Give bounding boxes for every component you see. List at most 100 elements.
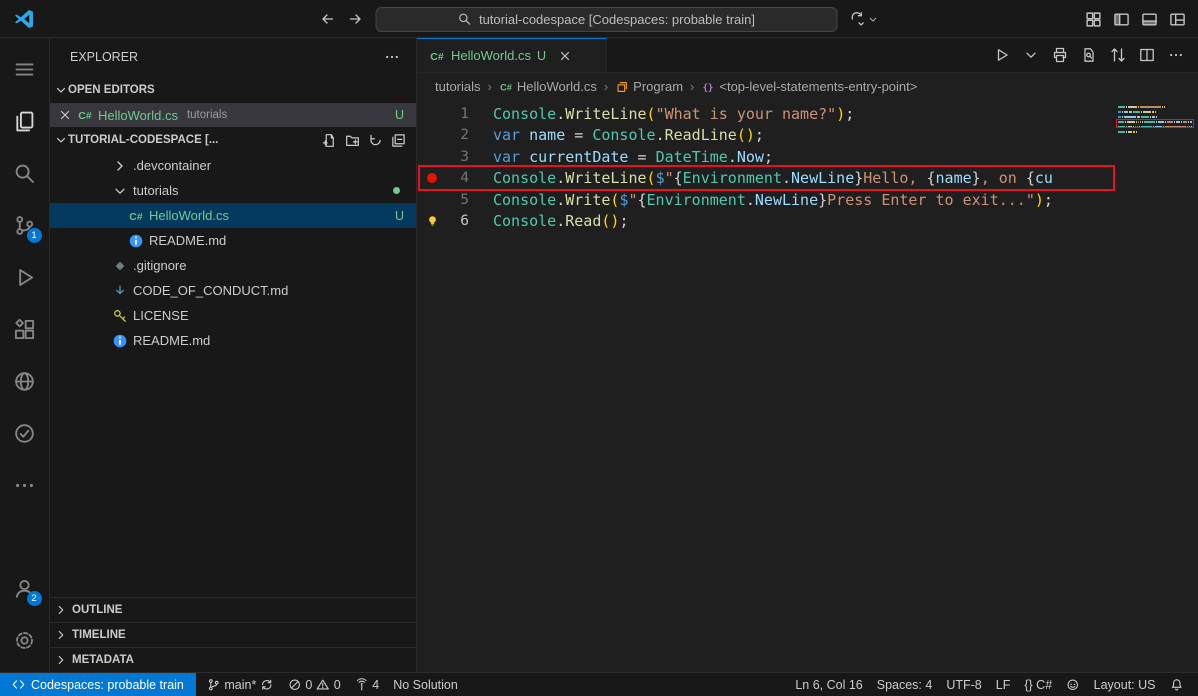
breadcrumb-0[interactable]: tutorials (435, 79, 481, 94)
activity-search[interactable] (0, 147, 50, 199)
panel-outline[interactable]: OUTLINE (50, 597, 416, 622)
run-icon (994, 47, 1010, 63)
codespaces-menu-button[interactable] (850, 11, 879, 27)
status-keyboard-layout[interactable]: Layout: US (1087, 673, 1163, 696)
tree-item-helloworld.cs[interactable]: C# HelloWorld.cs U (50, 203, 416, 228)
panel-timeline[interactable]: TIMELINE (50, 622, 416, 647)
line-number: 4 (460, 170, 469, 187)
status-problems[interactable]: 00 (281, 673, 348, 696)
code-line-2[interactable]: 2 var name = Console.ReadLine(); (417, 125, 1198, 147)
status-solution[interactable]: No Solution (386, 673, 465, 696)
code-line-4[interactable]: 4 Console.WriteLine($"{Environment.NewLin… (417, 168, 1198, 190)
run-button[interactable] (994, 47, 1010, 63)
new-file-button[interactable] (322, 133, 337, 148)
sidebar-explorer: EXPLORER OPEN EDITORS C# HelloWorld.cs t… (50, 38, 417, 672)
activity-settings[interactable] (0, 614, 50, 666)
arrow-right-button[interactable] (348, 11, 364, 27)
activity-extensions[interactable] (0, 303, 50, 355)
activity-source-control[interactable]: 1 (0, 199, 50, 251)
status-notifications[interactable] (1163, 673, 1191, 696)
activity-more[interactable] (0, 459, 50, 511)
close-icon[interactable] (558, 49, 572, 63)
activity-bar-bottom: 2 (0, 562, 49, 672)
status-encoding[interactable]: UTF-8 (939, 673, 988, 696)
panel-metadata[interactable]: METADATA (50, 647, 416, 672)
grid-button[interactable] (1085, 11, 1102, 28)
editor-actions (994, 38, 1198, 72)
open-editors-header[interactable]: OPEN EDITORS (50, 76, 416, 103)
print-icon (1052, 47, 1068, 63)
status-language-mode[interactable]: {} C# (1017, 673, 1059, 696)
status-remote-indicator[interactable]: Codespaces: probable train (0, 673, 196, 696)
command-center[interactable]: tutorial-codespace [Codespaces: probable… (375, 6, 838, 32)
titlebar-nav (320, 11, 364, 27)
code-line-3[interactable]: 3 var currentDate = DateTime.Now; (417, 146, 1198, 168)
breadcrumb-3[interactable]: {} <top-level-statements-entry-point> (701, 79, 917, 94)
open-editor-item[interactable]: C# HelloWorld.cs tutorials U (50, 103, 416, 127)
toggle-sidebar-button[interactable] (1113, 11, 1130, 28)
activity-explorer[interactable] (0, 95, 50, 147)
compare-button[interactable] (1110, 47, 1126, 63)
code-text: Console.Read(); (493, 212, 629, 231)
breadcrumbs: tutorials › C# HelloWorld.cs › Program › {} <top… (417, 73, 1198, 100)
ellipsis-button[interactable] (1168, 47, 1184, 63)
activity-accounts[interactable]: 2 (0, 562, 50, 614)
code-line-1[interactable]: 1 Console.WriteLine("What is your name?")… (417, 103, 1198, 125)
close-icon[interactable] (58, 108, 72, 122)
remote-icon (12, 678, 25, 691)
breadcrumb-separator: › (487, 79, 492, 94)
status-copilot[interactable] (1059, 673, 1087, 696)
breadcrumb-2[interactable]: Program (615, 79, 683, 94)
tree-item-license[interactable]: LICENSE (50, 303, 416, 328)
ellipsis-icon (13, 474, 36, 497)
csharp-icon: C# (128, 208, 144, 224)
svg-text:C#: C# (129, 211, 143, 223)
status-eol[interactable]: LF (989, 673, 1018, 696)
tree-item-tutorials[interactable]: tutorials (50, 178, 416, 203)
status-indentation[interactable]: Spaces: 4 (870, 673, 940, 696)
status-ports[interactable]: 4 (348, 673, 386, 696)
breakpoint-icon[interactable] (427, 173, 437, 184)
code-line-6[interactable]: 6 Console.Read(); (417, 211, 1198, 233)
tree-item-readme.md[interactable]: README.md (50, 228, 416, 253)
tree-item-readme.md[interactable]: README.md (50, 328, 416, 353)
tab-helloworld[interactable]: C# HelloWorld.cs U (417, 38, 607, 72)
collapse-all-icon (391, 133, 406, 148)
collapse-all-button[interactable] (391, 133, 406, 148)
tree-label: CODE_OF_CONDUCT.md (133, 283, 289, 298)
branch-icon (207, 678, 221, 692)
svg-text:C#: C# (500, 82, 512, 92)
workspace-header[interactable]: TUTORIAL-CODESPACE [... (50, 127, 416, 153)
error-icon (288, 678, 302, 692)
status-cursor-position[interactable]: Ln 6, Col 16 (788, 673, 869, 696)
activity-menu[interactable] (0, 43, 50, 95)
activity-remote-explorer[interactable] (0, 355, 50, 407)
search-doc-button[interactable] (1081, 47, 1097, 63)
breadcrumb-1[interactable]: C# HelloWorld.cs (499, 79, 597, 94)
chevron-down-button[interactable] (1023, 47, 1039, 63)
ellipsis-icon[interactable] (384, 49, 400, 65)
tree-item-.gitignore[interactable]: .gitignore (50, 253, 416, 278)
toggle-panel-button[interactable] (1141, 11, 1158, 28)
line-number: 6 (460, 213, 469, 230)
svg-text:C#: C# (430, 51, 444, 63)
codespaces-sync-icon (850, 11, 866, 27)
chevron-right-icon (112, 158, 128, 174)
tree-item-.devcontainer[interactable]: .devcontainer (50, 153, 416, 178)
print-button[interactable] (1052, 47, 1068, 63)
code-line-5[interactable]: 5 Console.Write($"{Environment.NewLine}Pr… (417, 189, 1198, 211)
refresh-button[interactable] (368, 133, 383, 148)
lightbulb-icon[interactable] (425, 214, 440, 229)
code-area[interactable]: 1 Console.WriteLine("What is your name?")… (417, 100, 1198, 672)
status-branch[interactable]: main* (200, 673, 281, 696)
split-editor-button[interactable] (1139, 47, 1155, 63)
vscode-window: tutorial-codespace [Codespaces: probable… (0, 0, 1198, 696)
new-folder-button[interactable] (345, 133, 360, 148)
tree-item-code_of_conduct.md[interactable]: CODE_OF_CONDUCT.md (50, 278, 416, 303)
warning-icon (316, 678, 330, 692)
activity-run-debug[interactable] (0, 251, 50, 303)
arrow-left-button[interactable] (320, 11, 336, 27)
customize-layout-button[interactable] (1169, 11, 1186, 28)
search-icon (458, 12, 472, 26)
activity-testing[interactable] (0, 407, 50, 459)
